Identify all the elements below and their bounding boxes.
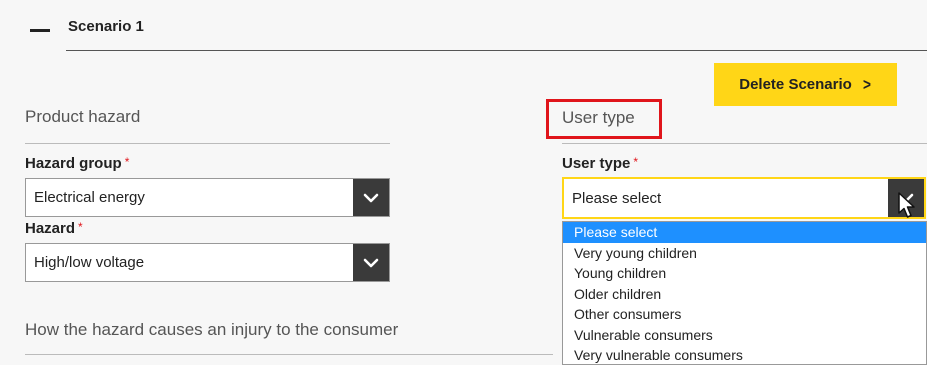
hazard-group-label: Hazard group * (25, 155, 130, 172)
user-type-select[interactable]: Please select (562, 177, 926, 219)
dropdown-option[interactable]: Please select (563, 222, 926, 243)
divider (25, 143, 390, 144)
user-type-heading: User type (562, 108, 635, 127)
required-marker: * (124, 155, 130, 169)
mouse-cursor-icon (898, 192, 915, 218)
dropdown-option[interactable]: Older children (563, 284, 926, 305)
user-type-dropdown[interactable]: Please select Very young children Young … (562, 221, 927, 365)
divider (25, 354, 553, 355)
required-marker: * (78, 220, 83, 234)
hazard-value: High/low voltage (34, 254, 145, 271)
chevron-down-icon[interactable] (353, 179, 389, 216)
user-type-value: Please select (572, 189, 662, 207)
dropdown-option[interactable]: Young children (563, 263, 926, 284)
hazard-select[interactable]: High/low voltage (25, 243, 390, 282)
injury-heading: How the hazard causes an injury to the c… (25, 320, 399, 339)
product-hazard-heading: Product hazard (25, 107, 141, 126)
dropdown-option[interactable]: Very vulnerable consumers (563, 345, 926, 364)
user-type-label: User type * (562, 155, 639, 172)
dropdown-option[interactable]: Very young children (563, 243, 926, 264)
hazard-label: Hazard * (25, 220, 83, 237)
dropdown-option[interactable]: Vulnerable consumers (563, 325, 926, 346)
scenario-title[interactable]: Scenario 1 (68, 18, 144, 35)
delete-scenario-button[interactable]: Delete Scenario > (714, 63, 897, 106)
hazard-group-select[interactable]: Electrical energy (25, 178, 390, 217)
required-marker: * (633, 155, 639, 169)
divider (66, 50, 927, 51)
hazard-group-value: Electrical energy (34, 189, 145, 206)
chevron-down-icon[interactable] (353, 244, 389, 281)
collapse-icon[interactable] (30, 29, 50, 32)
delete-scenario-label: Delete Scenario (739, 76, 852, 93)
dropdown-option[interactable]: Other consumers (563, 304, 926, 325)
chevron-right-icon: > (862, 74, 871, 94)
divider (562, 143, 927, 144)
